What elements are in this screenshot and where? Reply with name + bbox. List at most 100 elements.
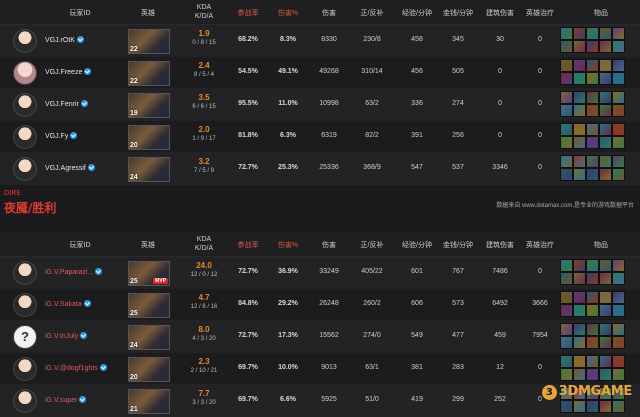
player-photo-icon[interactable] (13, 261, 37, 285)
player-name[interactable]: iG.V.super (45, 396, 87, 404)
item-icon[interactable] (612, 91, 625, 104)
header-damage[interactable]: 伤害 (312, 8, 346, 18)
item-icon[interactable] (612, 104, 625, 117)
hero-portrait[interactable]: 24 (128, 325, 170, 350)
item-icon[interactable] (586, 155, 599, 168)
item-icon[interactable] (560, 272, 573, 285)
header-last-hits[interactable]: 正/反补 (352, 8, 392, 18)
item-icon[interactable] (586, 27, 599, 40)
item-icon[interactable] (560, 355, 573, 368)
hero-portrait[interactable]: 21 (128, 389, 170, 414)
item-icon[interactable] (573, 259, 586, 272)
item-icon[interactable] (612, 272, 625, 285)
item-icon[interactable] (586, 323, 599, 336)
player-photo-icon[interactable] (13, 93, 37, 117)
item-icon[interactable] (586, 91, 599, 104)
player-name[interactable]: iG.V.Paparazi... (45, 268, 103, 276)
item-icon[interactable] (612, 355, 625, 368)
hero-portrait[interactable]: 20 (128, 125, 170, 150)
item-icon[interactable] (599, 336, 612, 349)
item-icon[interactable] (560, 400, 573, 413)
item-icon[interactable] (560, 291, 573, 304)
item-icon[interactable] (573, 91, 586, 104)
header-kda[interactable]: KDA K/D/A (188, 3, 220, 21)
item-icon[interactable] (573, 336, 586, 349)
item-icon[interactable] (599, 104, 612, 117)
item-icon[interactable] (599, 27, 612, 40)
header-gpm[interactable]: 金钱/分钟 (436, 8, 480, 18)
player-photo-icon[interactable] (13, 125, 37, 149)
item-icon[interactable] (560, 155, 573, 168)
item-icon[interactable] (573, 59, 586, 72)
item-icon[interactable] (573, 272, 586, 285)
item-icon[interactable] (599, 272, 612, 285)
player-name[interactable]: VGJ.Freeze (45, 68, 92, 76)
player-name[interactable]: VGJ.rOtK (45, 36, 84, 44)
item-icon[interactable] (612, 259, 625, 272)
hero-portrait[interactable]: 24 (128, 157, 170, 182)
item-icon[interactable] (573, 168, 586, 181)
header-last-hits[interactable]: 正/反补 (352, 240, 392, 250)
item-icon[interactable] (612, 155, 625, 168)
header-damage-pct[interactable]: 伤害% (271, 240, 305, 250)
item-icon[interactable] (586, 304, 599, 317)
player-photo-icon[interactable] (13, 157, 37, 181)
item-icon[interactable] (586, 400, 599, 413)
item-icon[interactable] (573, 72, 586, 85)
player-name[interactable]: VGJ.Agressif (45, 164, 95, 172)
item-icon[interactable] (612, 304, 625, 317)
item-icon[interactable] (573, 368, 586, 381)
item-icon[interactable] (612, 368, 625, 381)
header-hero-healing[interactable]: 英雄治疗 (520, 8, 560, 18)
item-icon[interactable] (599, 136, 612, 149)
item-icon[interactable] (573, 304, 586, 317)
item-icon[interactable] (599, 368, 612, 381)
item-icon[interactable] (586, 123, 599, 136)
item-icon[interactable] (612, 59, 625, 72)
item-icon[interactable] (612, 40, 625, 53)
item-icon[interactable] (560, 91, 573, 104)
item-icon[interactable] (599, 355, 612, 368)
player-name[interactable]: iG.V.InJuly (45, 332, 88, 340)
header-xpm[interactable]: 经验/分钟 (395, 8, 439, 18)
item-icon[interactable] (612, 336, 625, 349)
header-building-damage[interactable]: 建筑伤害 (476, 240, 524, 250)
item-icon[interactable] (599, 123, 612, 136)
player-name[interactable]: iG.V.Sakata (45, 300, 91, 308)
hero-portrait[interactable]: 20 (128, 357, 170, 382)
hero-portrait[interactable]: 19 (128, 93, 170, 118)
item-icon[interactable] (586, 259, 599, 272)
item-icon[interactable] (612, 27, 625, 40)
item-icon[interactable] (612, 72, 625, 85)
item-icon[interactable] (560, 323, 573, 336)
item-icon[interactable] (586, 336, 599, 349)
header-hero-healing[interactable]: 英雄治疗 (520, 240, 560, 250)
header-damage[interactable]: 伤害 (312, 240, 346, 250)
item-icon[interactable] (586, 40, 599, 53)
item-icon[interactable] (573, 291, 586, 304)
header-participation[interactable]: 参战率 (228, 240, 268, 250)
item-icon[interactable] (573, 104, 586, 117)
item-icon[interactable] (599, 59, 612, 72)
item-icon[interactable] (612, 323, 625, 336)
item-icon[interactable] (599, 291, 612, 304)
item-icon[interactable] (612, 168, 625, 181)
player-photo-icon[interactable] (13, 389, 37, 413)
item-icon[interactable] (599, 400, 612, 413)
item-icon[interactable] (586, 104, 599, 117)
item-icon[interactable] (573, 27, 586, 40)
hero-portrait[interactable]: 22 (128, 29, 170, 54)
player-photo-icon[interactable] (13, 61, 37, 85)
item-icon[interactable] (599, 304, 612, 317)
item-icon[interactable] (573, 40, 586, 53)
hero-portrait[interactable]: 25 (128, 293, 170, 318)
player-photo-icon[interactable] (13, 293, 37, 317)
item-icon[interactable] (599, 168, 612, 181)
item-icon[interactable] (573, 136, 586, 149)
header-xpm[interactable]: 经验/分钟 (395, 240, 439, 250)
item-icon[interactable] (612, 291, 625, 304)
item-icon[interactable] (599, 72, 612, 85)
question-mark-icon[interactable]: ? (13, 325, 37, 349)
item-icon[interactable] (612, 123, 625, 136)
item-icon[interactable] (573, 123, 586, 136)
